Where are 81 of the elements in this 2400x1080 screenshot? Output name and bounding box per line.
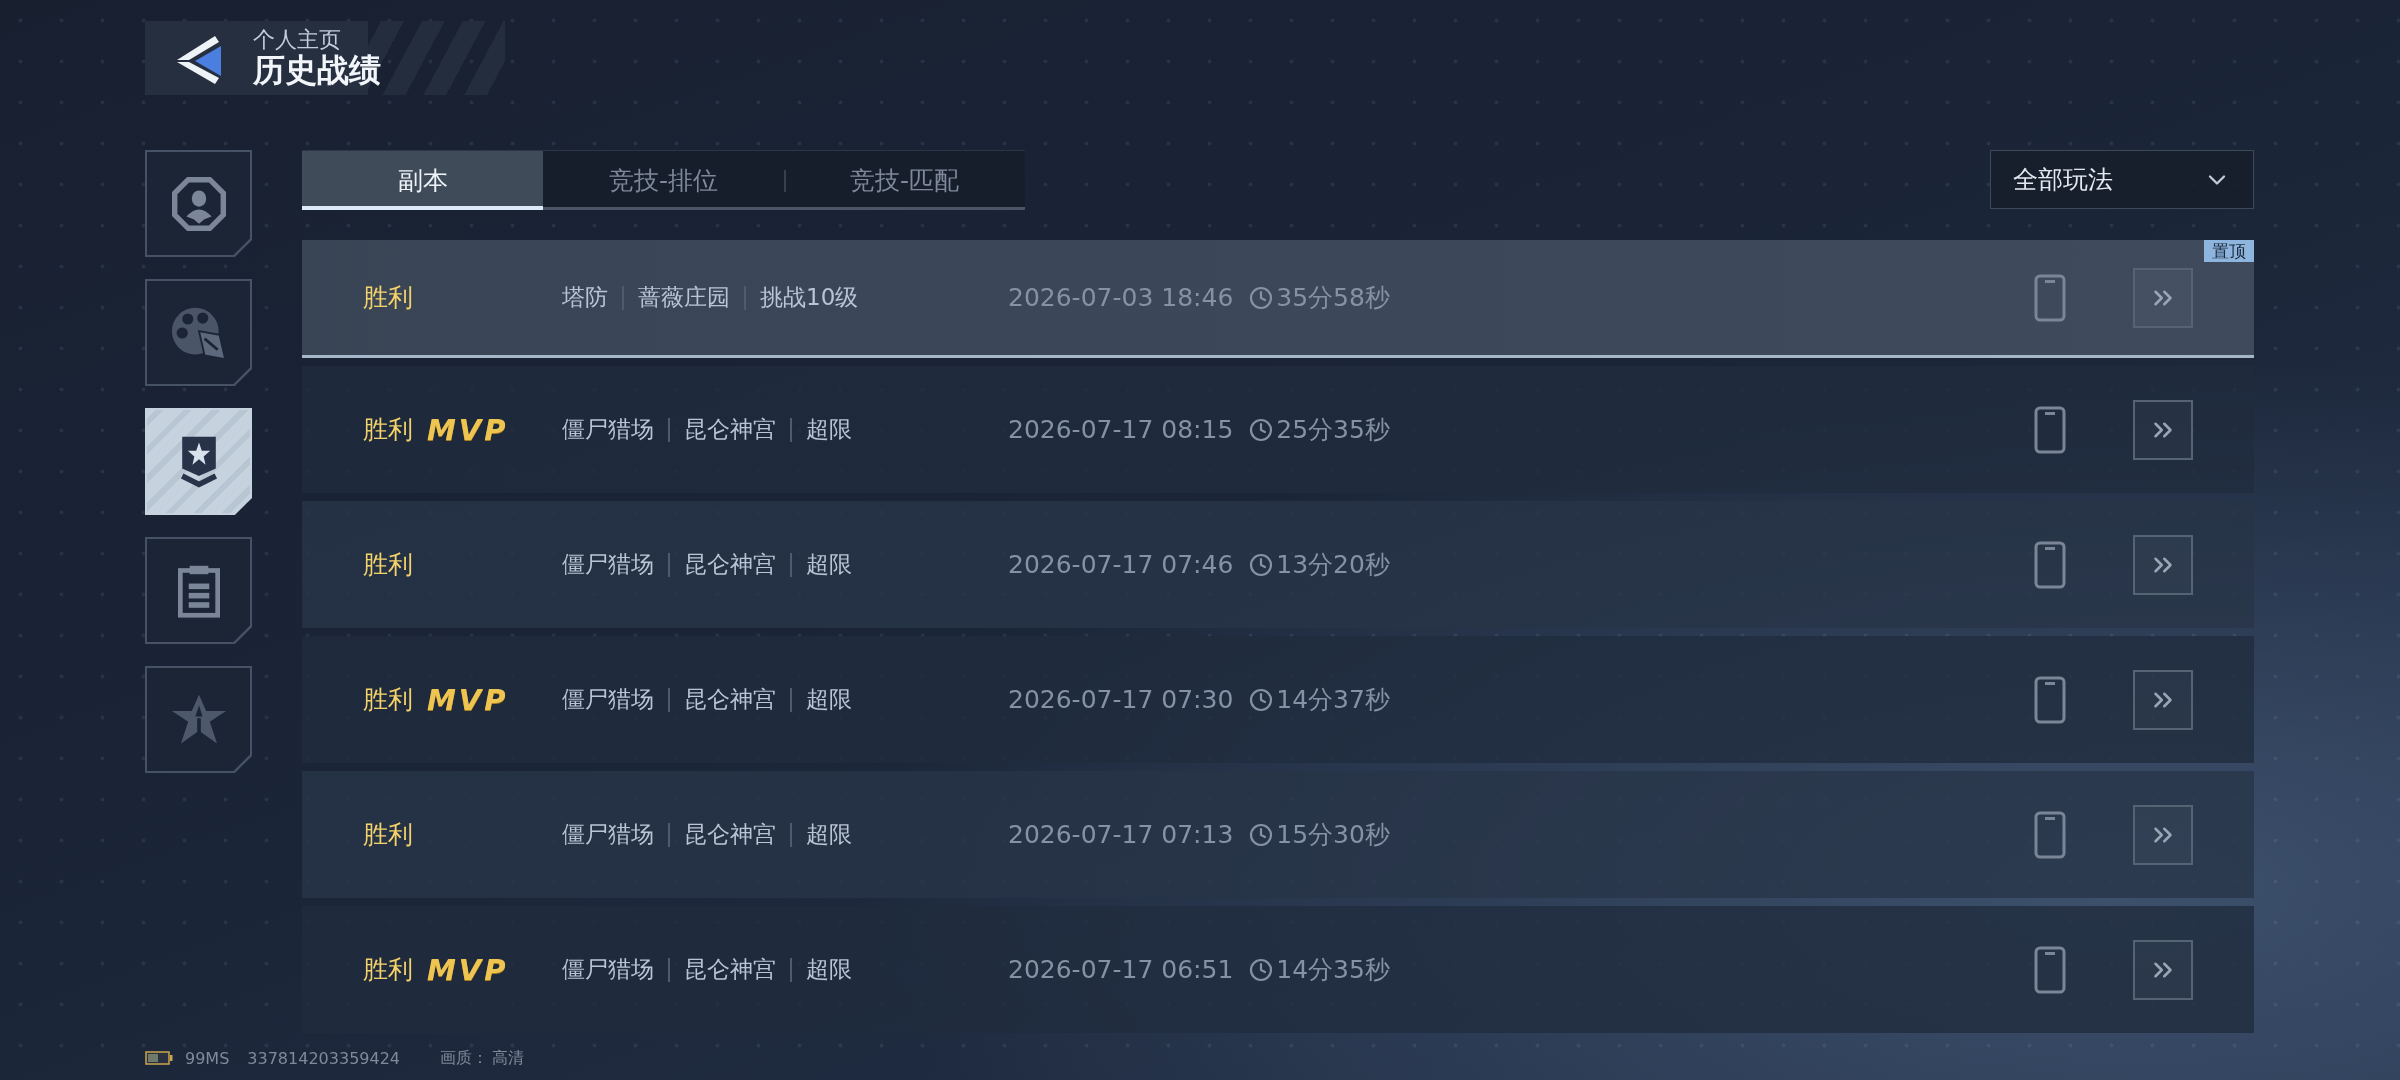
mvp-label: MVP xyxy=(427,952,509,987)
detail-button[interactable] xyxy=(2133,939,2193,1000)
mode-text: 僵尸猎场 xyxy=(562,415,654,444)
quality-value: 高清 xyxy=(492,1047,525,1069)
mode-text: 昆仑神宫 xyxy=(684,550,776,579)
profile-octagon-icon xyxy=(171,176,226,231)
result-text: 胜利 xyxy=(363,954,413,986)
detail-button[interactable] xyxy=(2133,804,2193,865)
page-subtitle: 个人主页 xyxy=(253,28,342,53)
duration-text: 14分35秒 xyxy=(1276,954,1390,986)
clock-icon xyxy=(1249,285,1274,310)
date-text: 2026-07-17 06:51 xyxy=(1008,955,1234,984)
mode-text: 僵尸猎场 xyxy=(562,550,654,579)
match-row[interactable]: 胜利 MVP 僵尸猎场 昆仑神宫 超限 2026-07-17 06:51 14分35秒 xyxy=(302,906,2254,1033)
mode-text: 昆仑神宫 xyxy=(684,415,776,444)
ping-text: 99MS xyxy=(185,1048,230,1068)
sidebar-tile[interactable] xyxy=(145,150,252,257)
clock-icon xyxy=(1249,552,1274,577)
result-text: 胜利 xyxy=(363,414,413,446)
result-text: 胜利 xyxy=(363,819,413,851)
mode-text: 超限 xyxy=(806,415,852,444)
clock-icon xyxy=(1249,687,1274,712)
duration-text: 25分35秒 xyxy=(1276,414,1390,446)
sidebar-tile[interactable] xyxy=(145,279,252,386)
result-text: 胜利 xyxy=(363,549,413,581)
duration-text: 15分30秒 xyxy=(1276,819,1390,851)
duration-text: 13分20秒 xyxy=(1276,549,1390,581)
mode-text: 僵尸猎场 xyxy=(562,685,654,714)
mode-text: 昆仑神宫 xyxy=(684,820,776,849)
match-row[interactable]: 胜利 僵尸猎场 昆仑神宫 超限 2026-07-17 07:13 15分30秒 xyxy=(302,771,2254,898)
mode-text: 超限 xyxy=(806,820,852,849)
phone-icon xyxy=(2034,405,2066,454)
mvp-label: MVP xyxy=(427,412,509,447)
result-text: 胜利 xyxy=(363,282,413,314)
mode-text: 挑战10级 xyxy=(760,283,859,312)
result-text: 胜利 xyxy=(363,684,413,716)
tab[interactable]: 副本 xyxy=(302,151,543,210)
mode-text: 僵尸猎场 xyxy=(562,820,654,849)
clock-icon xyxy=(1249,417,1274,442)
date-text: 2026-07-17 07:13 xyxy=(1008,820,1234,849)
mode-text: 蔷薇庄园 xyxy=(638,283,730,312)
phone-icon xyxy=(2034,273,2066,322)
date-text: 2026-07-17 07:30 xyxy=(1008,685,1234,714)
detail-button[interactable] xyxy=(2133,534,2193,595)
page-title: 历史战绩 xyxy=(253,52,381,88)
phone-icon xyxy=(2034,810,2066,859)
match-row[interactable]: 胜利 MVP 僵尸猎场 昆仑神宫 超限 2026-07-17 07:30 14分37秒 xyxy=(302,636,2254,763)
mode-text: 超限 xyxy=(806,550,852,579)
detail-button[interactable] xyxy=(2133,267,2193,328)
mode-text: 昆仑神宫 xyxy=(684,685,776,714)
date-text: 2026-07-17 07:46 xyxy=(1008,550,1234,579)
phone-icon xyxy=(2034,945,2066,994)
phone-icon xyxy=(2034,540,2066,589)
match-row[interactable]: 胜利 僵尸猎场 昆仑神宫 超限 2026-07-17 07:46 13分20秒 xyxy=(302,501,2254,628)
clock-icon xyxy=(1249,822,1274,847)
detail-button[interactable] xyxy=(2133,399,2193,460)
tab[interactable]: 竞技-匹配 xyxy=(784,151,1025,210)
mode-text: 超限 xyxy=(806,685,852,714)
tab[interactable]: 竞技-排位 xyxy=(543,151,784,210)
mode-text: 昆仑神宫 xyxy=(684,955,776,984)
mode-text: 僵尸猎场 xyxy=(562,955,654,984)
date-text: 2026-07-03 18:46 xyxy=(1008,283,1234,312)
player-id-text: 337814203359424 xyxy=(247,1048,401,1068)
mode-text: 塔防 xyxy=(562,283,608,312)
match-row[interactable]: 置顶 胜利 塔防 蔷薇庄园 挑战10级 2026-07-03 18:46 35分58秒 xyxy=(302,240,2254,358)
mode-text: 超限 xyxy=(806,955,852,984)
match-row[interactable]: 胜利 MVP 僵尸猎场 昆仑神宫 超限 2026-07-17 08:15 25分35秒 xyxy=(302,366,2254,493)
sidebar-tile[interactable] xyxy=(145,537,252,644)
duration-text: 35分58秒 xyxy=(1276,282,1390,314)
date-text: 2026-07-17 08:15 xyxy=(1008,415,1234,444)
pinned-badge: 置顶 xyxy=(2204,240,2254,262)
quality-label: 画质： xyxy=(440,1047,489,1069)
sidebar-tile[interactable] xyxy=(145,666,252,773)
battery-icon xyxy=(145,1051,173,1065)
sidebar-tile[interactable] xyxy=(145,408,252,515)
duration-text: 14分37秒 xyxy=(1276,684,1390,716)
mvp-label: MVP xyxy=(427,682,509,717)
mode-filter-dropdown[interactable]: 全部玩法 xyxy=(1990,150,2254,209)
clock-icon xyxy=(1249,957,1274,982)
phone-icon xyxy=(2034,675,2066,724)
detail-button[interactable] xyxy=(2133,669,2193,730)
